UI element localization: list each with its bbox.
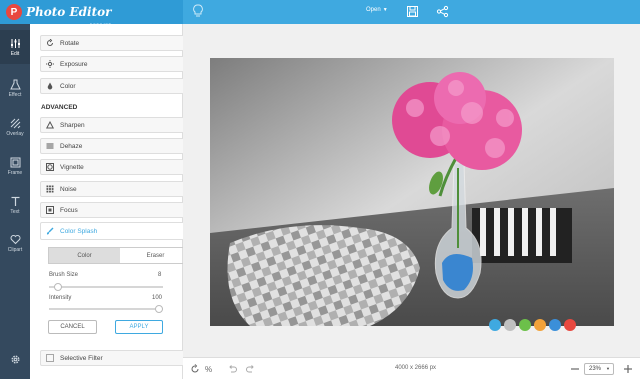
striped-book	[472, 208, 572, 263]
slider-handle[interactable]	[54, 283, 63, 291]
top-bar: P Photo Editor FOTOJET Open▼	[0, 0, 640, 27]
stripes-icon	[10, 118, 20, 128]
grid-icon	[46, 185, 54, 193]
splash-mode-toggle: Color Eraser	[48, 247, 192, 264]
rotate-row[interactable]: Rotate ▶	[40, 35, 200, 51]
bottom-bar: % 4000 x 2666 px 23% ▼	[183, 357, 640, 379]
drop-icon	[46, 82, 54, 90]
gear-icon	[10, 354, 20, 364]
vignette-row[interactable]: Vignette ▶	[40, 159, 200, 175]
watermark-dot	[504, 319, 516, 331]
chevron-down-icon: ▼	[606, 366, 610, 371]
color-row[interactable]: Color ▶	[40, 78, 200, 94]
watermark-dot	[489, 319, 501, 331]
brush-size-value: 8	[158, 272, 162, 278]
reset-icon[interactable]	[190, 364, 200, 374]
text-icon	[11, 196, 19, 206]
photo-canvas[interactable]	[210, 58, 614, 326]
logo-badge: P	[6, 4, 22, 20]
rail-item-clipart[interactable]: Clipart	[0, 226, 30, 260]
app-name: Photo Editor	[26, 5, 112, 19]
vignette-icon	[46, 163, 54, 171]
compare-icon[interactable]: %	[205, 364, 215, 374]
triangle-icon	[46, 121, 54, 129]
exposure-row[interactable]: Exposure ▶	[40, 56, 200, 72]
watermark-dot	[534, 319, 546, 331]
intensity-slider[interactable]	[49, 305, 163, 313]
rail-item-frame[interactable]: Frame	[0, 149, 30, 183]
edit-panel: Rotate ▶ Exposure ▶ Color ▶ ADVANCED Sha…	[30, 24, 200, 379]
rail-item-text[interactable]: Text	[0, 188, 30, 222]
share-icon[interactable]	[436, 5, 449, 18]
frame-icon	[10, 157, 20, 167]
open-button[interactable]: Open ▼	[366, 7, 388, 13]
rotate-icon	[46, 39, 54, 47]
advanced-section-title: ADVANCED	[41, 104, 78, 111]
intensity-value: 100	[152, 295, 163, 301]
lightbulb-icon[interactable]	[192, 4, 204, 19]
color-splash-row[interactable]: Color Splash ▼	[40, 222, 200, 240]
zoom-out-icon[interactable]	[570, 364, 580, 374]
rail-item-overlay[interactable]: Overlay	[0, 110, 30, 144]
settings-button[interactable]	[0, 347, 30, 371]
chevron-down-icon: ▼	[382, 7, 388, 13]
zoom-in-icon[interactable]	[623, 364, 633, 374]
redo-icon[interactable]	[246, 364, 256, 374]
slider-handle[interactable]	[155, 305, 163, 313]
save-icon[interactable]	[406, 5, 419, 18]
heart-icon	[10, 234, 20, 244]
sun-icon	[46, 60, 54, 68]
flask-icon	[9, 79, 21, 89]
apply-button[interactable]: APPLY	[115, 320, 163, 334]
rail-item-edit[interactable]: Edit	[0, 30, 30, 64]
brush-icon	[46, 227, 54, 235]
sliders-icon	[10, 38, 20, 48]
brush-size-label: Brush Size	[49, 272, 79, 278]
noise-row[interactable]: Noise ▶	[40, 181, 200, 197]
watermark-dot	[549, 319, 561, 331]
cancel-button[interactable]: CANCEL	[48, 320, 97, 334]
watermark	[489, 319, 576, 331]
tab-color[interactable]: Color	[49, 248, 120, 263]
dehaze-row[interactable]: Dehaze ▶	[40, 138, 200, 154]
focus-row[interactable]: Focus ▶	[40, 202, 200, 218]
watermark-dot	[519, 319, 531, 331]
selective-filter-row[interactable]: Selective Filter ▶	[40, 350, 200, 366]
intensity-label: Intensity	[49, 295, 72, 301]
filter-icon	[46, 354, 54, 362]
lines-icon	[46, 142, 54, 150]
svg-text:%: %	[205, 365, 212, 374]
app-logo[interactable]: P Photo Editor FOTOJET	[0, 0, 183, 27]
zoom-select[interactable]: 23% ▼	[584, 363, 614, 375]
tab-eraser[interactable]: Eraser	[120, 248, 191, 263]
watermark-dot	[564, 319, 576, 331]
rail-item-effect[interactable]: Effect	[0, 71, 30, 105]
focus-icon	[46, 206, 54, 214]
undo-icon[interactable]	[227, 364, 237, 374]
tool-rail: Edit Effect Overlay Frame Text Clipart	[0, 24, 30, 379]
image-dimensions: 4000 x 2666 px	[395, 365, 437, 371]
sharpen-row[interactable]: Sharpen ▶	[40, 117, 200, 133]
brush-size-slider[interactable]	[49, 283, 163, 291]
